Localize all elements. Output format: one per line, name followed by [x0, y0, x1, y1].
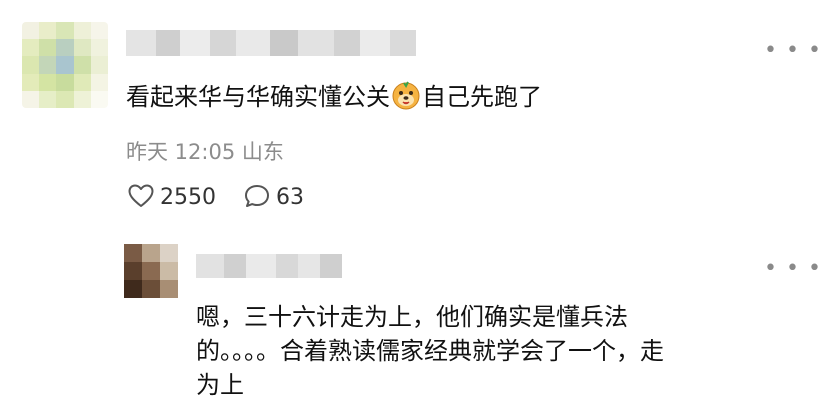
- comment-meta: 昨天 12:05 山东: [126, 138, 284, 166]
- avatar-pixel: [160, 244, 178, 262]
- avatar-pixel: [39, 73, 57, 91]
- avatar-pixel: [73, 90, 91, 108]
- avatar-pixel: [90, 90, 108, 108]
- avatar-pixel: [56, 90, 74, 108]
- dog-face-emoji-icon: [391, 80, 421, 119]
- avatar-pixel: [160, 262, 178, 280]
- avatar-pixel: [39, 39, 57, 57]
- avatar-pixel: [56, 39, 74, 57]
- heart-icon: [128, 184, 154, 212]
- comment-text-part2: 自己先跑了: [422, 83, 542, 111]
- avatar-pixel: [142, 262, 160, 280]
- avatar-pixel: [22, 73, 40, 91]
- avatar-pixel: [124, 244, 142, 262]
- commenter-avatar[interactable]: [22, 22, 108, 108]
- avatar-pixel: [39, 56, 57, 74]
- reply-more-options-icon[interactable]: • • •: [764, 258, 822, 280]
- avatar-pixel: [56, 22, 74, 40]
- avatar-pixel: [22, 39, 40, 57]
- avatar-pixel: [73, 56, 91, 74]
- avatar-pixel: [160, 280, 178, 298]
- avatar-pixel: [22, 22, 40, 40]
- commenter-username[interactable]: [126, 30, 416, 56]
- avatar-pixel: [142, 280, 160, 298]
- replier-avatar[interactable]: [124, 244, 178, 298]
- reply-text-line: 嗯，三十六计走为上，他们确实是懂兵法: [196, 303, 628, 331]
- like-button[interactable]: 2550: [128, 184, 216, 212]
- avatar-pixel: [56, 73, 74, 91]
- avatar-pixel: [90, 56, 108, 74]
- comment-text-part1: 看起来华与华确实懂公关: [126, 83, 390, 111]
- reply-text-line: 的。。。。合着熟读儒家经典就学会了一个，走: [196, 337, 664, 365]
- reply-button[interactable]: 63: [244, 184, 304, 212]
- avatar-pixel: [22, 90, 40, 108]
- avatar-pixel: [73, 73, 91, 91]
- avatar-pixel: [22, 56, 40, 74]
- avatar-pixel: [39, 90, 57, 108]
- avatar-pixel: [56, 56, 74, 74]
- avatar-pixel: [124, 262, 142, 280]
- comment-text: 看起来华与华确实懂公关 自己先跑了: [126, 80, 542, 119]
- avatar-pixel: [39, 22, 57, 40]
- avatar-pixel: [73, 39, 91, 57]
- avatar-pixel: [90, 39, 108, 57]
- comment-bubble-icon: [244, 184, 270, 212]
- replier-username[interactable]: [196, 254, 342, 278]
- avatar-pixel: [73, 22, 91, 40]
- more-options-icon[interactable]: • • •: [764, 40, 822, 62]
- avatar-pixel: [124, 280, 142, 298]
- like-count: 2550: [160, 185, 216, 210]
- reply-count: 63: [276, 185, 304, 210]
- reply-text: 嗯，三十六计走为上，他们确实是懂兵法 的。。。。合着熟读儒家经典就学会了一个，走…: [196, 300, 806, 402]
- comment-location: 山东: [241, 140, 284, 164]
- reply-text-line: 为上: [196, 371, 244, 399]
- comment-time: 昨天 12:05: [126, 140, 236, 164]
- avatar-pixel: [90, 73, 108, 91]
- avatar-pixel: [90, 22, 108, 40]
- avatar-pixel: [142, 244, 160, 262]
